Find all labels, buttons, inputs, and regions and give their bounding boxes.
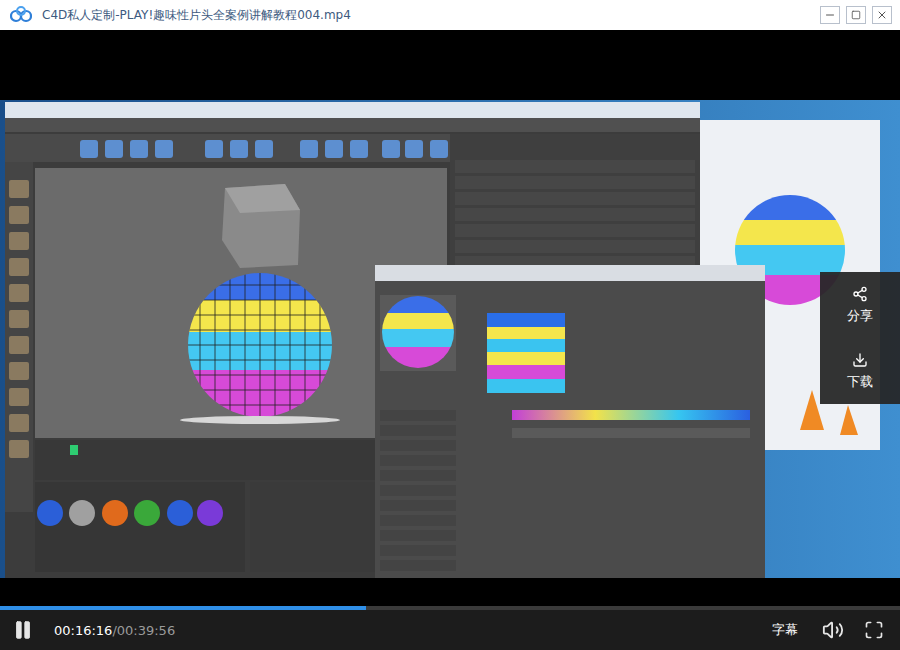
side-action-label: 下载 (847, 373, 873, 391)
volume-icon (822, 619, 844, 641)
title-bar: C4D私人定制-PLAY!趣味性片头全案例讲解教程004.mp4 (0, 0, 900, 30)
window-controls (820, 6, 892, 24)
window-title: C4D私人定制-PLAY!趣味性片头全案例讲解教程004.mp4 (42, 7, 810, 24)
close-button[interactable] (872, 6, 892, 24)
current-time: 00:16:16 (54, 623, 112, 638)
maximize-button[interactable] (846, 6, 866, 24)
player-window: C4D私人定制-PLAY!趣味性片头全案例讲解教程004.mp4 分享下载 00:1… (0, 0, 900, 650)
control-bar: 00:16:16/00:39:56 字幕 (0, 610, 900, 650)
volume-button[interactable] (822, 619, 844, 641)
download-button[interactable]: 下载 (820, 338, 900, 404)
pause-icon (12, 619, 34, 641)
play-pause-button[interactable] (12, 619, 34, 641)
video-frame (0, 100, 900, 578)
app-logo-icon (10, 6, 32, 24)
fullscreen-icon (864, 620, 884, 640)
material-editor (375, 265, 765, 578)
video-stage[interactable]: 分享下载 (0, 30, 900, 606)
fullscreen-button[interactable] (864, 620, 884, 640)
minimize-button[interactable] (820, 6, 840, 24)
side-action-label: 分享 (847, 307, 873, 325)
close-icon (876, 9, 888, 21)
total-time: /00:39:56 (112, 623, 175, 638)
minimize-icon (824, 9, 836, 21)
subtitle-button[interactable]: 字幕 (768, 619, 802, 641)
time-display: 00:16:16/00:39:56 (54, 623, 748, 638)
share-icon (852, 286, 868, 302)
maximize-icon (851, 10, 861, 20)
download-icon (852, 352, 868, 368)
side-actions: 分享下载 (820, 272, 900, 404)
share-button[interactable]: 分享 (820, 272, 900, 338)
